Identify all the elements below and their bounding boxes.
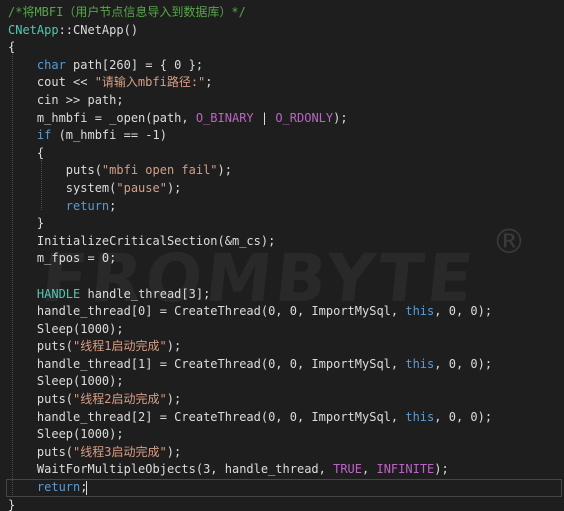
code-line[interactable]: Sleep(1000); xyxy=(8,426,492,444)
code-token-plain: cout << xyxy=(8,75,95,90)
code-line[interactable]: Sleep(1000); xyxy=(8,373,492,391)
code-token-plain: ); xyxy=(217,163,232,178)
code-token-macro: O_BINARY xyxy=(195,110,254,125)
code-line[interactable]: puts("线程2启动完成"); xyxy=(8,391,492,409)
code-token-kw: this xyxy=(405,356,435,371)
code-line[interactable]: handle_thread[2] = CreateThread(0, 0, Im… xyxy=(8,409,492,427)
code-token-plain: handle_thread[3]; xyxy=(80,286,211,301)
code-line[interactable]: { xyxy=(8,145,492,163)
code-token-macro: INFINITE xyxy=(376,462,435,477)
code-token-plain: handle_thread[1] = CreateThread(0, 0, Im… xyxy=(8,356,406,371)
code-token-plain: puts( xyxy=(8,339,74,354)
code-token-type: CNetApp xyxy=(8,22,59,37)
code-token-plain: | xyxy=(253,110,276,125)
code-token-plain: WaitForMultipleObjects(3, handle_thread, xyxy=(8,462,334,477)
code-token-plain: ::CNetApp() xyxy=(58,22,139,37)
code-token-plain: Sleep(1000); xyxy=(8,427,124,442)
code-line[interactable]: { xyxy=(8,39,492,57)
code-token-plain: ; xyxy=(205,75,213,90)
code-token-plain: { xyxy=(8,40,16,55)
code-token-str: "线程2启动完成" xyxy=(73,392,167,407)
code-token-kw: this xyxy=(405,304,435,319)
code-text[interactable]: /*将MBFI（用户节点信息导入到数据库）*/CNetApp::CNetApp(… xyxy=(8,4,492,511)
code-line[interactable]: HANDLE handle_thread[3]; xyxy=(8,286,492,304)
registered-mark: ® xyxy=(492,222,526,262)
code-token-macro: O_RDONLY xyxy=(275,110,334,125)
code-token-plain: Sleep(1000); xyxy=(8,321,124,336)
code-token-plain: system( xyxy=(8,180,117,195)
code-editor[interactable]: FROMBYTE ® /*将MBFI（用户节点信息导入到数据库）*/CNetAp… xyxy=(0,0,564,511)
code-token-plain: , 0, 0); xyxy=(434,304,493,319)
code-token-plain: cin >> path; xyxy=(8,92,124,107)
code-token-plain: handle_thread[0] = CreateThread(0, 0, Im… xyxy=(8,304,406,319)
code-token-plain: , 0, 0); xyxy=(434,409,493,424)
code-line[interactable]: cin >> path; xyxy=(8,92,492,110)
code-token-plain: ); xyxy=(166,180,182,195)
code-token-str: "pause" xyxy=(116,180,167,195)
code-line[interactable]: CNetApp::CNetApp() xyxy=(8,22,492,40)
code-token-plain: path[260] = { 0 }; xyxy=(65,57,204,72)
code-token-kw: return xyxy=(36,480,81,495)
code-line[interactable]: puts("线程3启动完成"); xyxy=(8,444,492,462)
code-line[interactable]: InitializeCriticalSection(&m_cs); xyxy=(8,233,492,251)
code-token-comment: /*将MBFI（用户节点信息导入到数据库）*/ xyxy=(8,5,246,19)
code-token-kw: this xyxy=(405,409,435,424)
code-token-plain: ; xyxy=(80,480,88,495)
code-token-plain: { xyxy=(8,145,45,160)
code-line[interactable] xyxy=(8,268,492,286)
code-token-plain: handle_thread[2] = CreateThread(0, 0, Im… xyxy=(8,409,406,424)
code-token-plain: InitializeCriticalSection(&m_cs); xyxy=(8,233,276,248)
code-line[interactable]: WaitForMultipleObjects(3, handle_thread,… xyxy=(8,461,492,479)
code-line[interactable]: char path[260] = { 0 }; xyxy=(8,57,492,75)
code-line[interactable]: puts("线程1启动完成"); xyxy=(8,338,492,356)
code-line[interactable]: cout << "请输入mbfi路径:"; xyxy=(8,74,492,92)
code-token-str: "mbfi open fail" xyxy=(101,163,218,178)
code-line[interactable]: handle_thread[0] = CreateThread(0, 0, Im… xyxy=(8,303,492,321)
code-line[interactable]: } xyxy=(8,215,492,233)
code-line[interactable]: return; xyxy=(8,479,492,497)
code-token-plain: ); xyxy=(166,339,182,354)
code-token-plain: puts( xyxy=(8,392,74,407)
code-token-plain: ); xyxy=(434,462,449,477)
code-token-plain: , 0, 0); xyxy=(434,356,493,371)
code-token-plain: ; xyxy=(109,198,117,213)
code-token-plain: } xyxy=(8,216,45,231)
code-token-str: "请输入mbfi路径:" xyxy=(94,75,206,90)
code-token-plain: ); xyxy=(166,392,182,407)
code-line[interactable]: return; xyxy=(8,198,492,216)
code-line[interactable]: puts("mbfi open fail"); xyxy=(8,162,492,180)
code-line[interactable]: m_hmbfi = _open(path, O_BINARY | O_RDONL… xyxy=(8,110,492,128)
code-line[interactable]: if (m_hmbfi == -1) xyxy=(8,127,492,145)
code-line[interactable]: /*将MBFI（用户节点信息导入到数据库）*/ xyxy=(8,4,492,22)
code-token-macro: TRUE xyxy=(333,462,363,477)
code-token-plain: ); xyxy=(166,444,182,459)
code-token-kw: if xyxy=(36,128,52,143)
code-line[interactable]: system("pause"); xyxy=(8,180,492,198)
code-token-plain: puts( xyxy=(8,444,74,459)
code-token-plain: m_hmbfi = _open(path, xyxy=(8,110,196,125)
code-line[interactable]: Sleep(1000); xyxy=(8,321,492,339)
code-token-plain: m_fpos = 0; xyxy=(8,251,117,266)
code-token-plain: , xyxy=(362,462,377,477)
code-token-plain: (m_hmbfi == -1) xyxy=(51,128,167,143)
code-token-plain: ); xyxy=(333,110,348,125)
code-token-kw: char xyxy=(36,57,66,72)
code-token-str: "线程1启动完成" xyxy=(73,339,167,354)
code-line[interactable]: handle_thread[1] = CreateThread(0, 0, Im… xyxy=(8,356,492,374)
code-line[interactable]: } xyxy=(8,497,492,511)
code-line[interactable]: m_fpos = 0; xyxy=(8,250,492,268)
code-token-plain: } xyxy=(8,497,16,511)
code-token-type: HANDLE xyxy=(36,286,81,301)
code-token-plain: puts( xyxy=(8,163,102,178)
code-token-str: "线程3启动完成" xyxy=(73,444,167,459)
code-token-kw: return xyxy=(65,198,110,213)
code-token-plain: Sleep(1000); xyxy=(8,374,124,389)
